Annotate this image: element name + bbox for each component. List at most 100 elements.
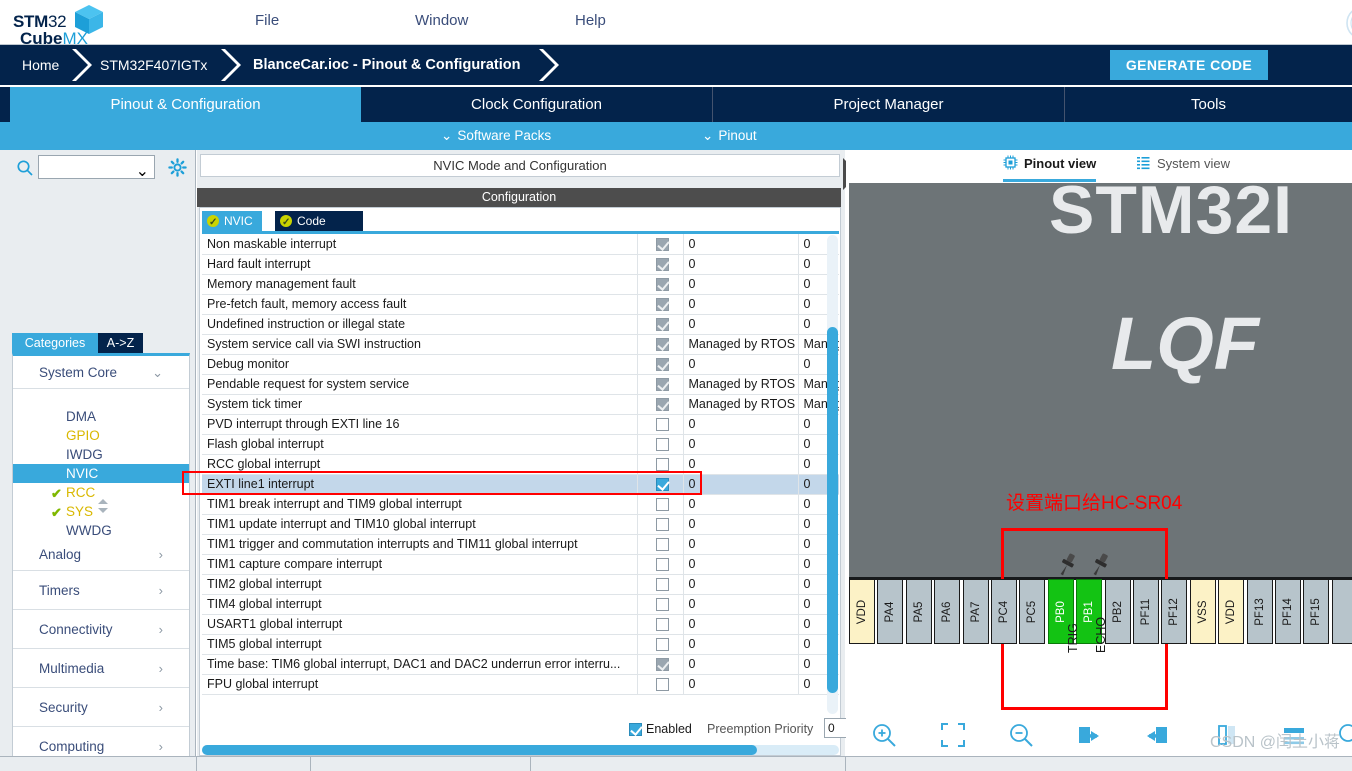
interrupt-enable-checkbox[interactable]: [656, 578, 669, 592]
enabled-cell[interactable]: [637, 594, 684, 615]
interrupt-enable-checkbox[interactable]: [656, 618, 669, 632]
enabled-cell[interactable]: [637, 294, 684, 315]
breadcrumb-item-home[interactable]: Home: [22, 45, 59, 85]
interrupt-enable-checkbox[interactable]: [656, 318, 669, 332]
preemption-priority-cell[interactable]: 0: [683, 314, 799, 335]
preemption-priority-cell[interactable]: Managed by RTOS: [683, 334, 799, 355]
table-row[interactable]: RCC global interrupt 0 0: [202, 454, 839, 475]
pin-idx17[interactable]: [1331, 579, 1352, 644]
interrupt-enable-checkbox[interactable]: [656, 258, 669, 272]
preemption-priority-cell[interactable]: 0: [683, 514, 799, 535]
pin-pb2[interactable]: PB2: [1104, 579, 1131, 644]
pin-pc4[interactable]: PC4: [991, 579, 1017, 644]
group-header-security[interactable]: Security ›: [13, 688, 189, 727]
pin-pa4[interactable]: PA4: [877, 579, 904, 644]
search-input[interactable]: ⌄: [38, 155, 155, 180]
table-row[interactable]: Time base: TIM6 global interrupt, DAC1 a…: [202, 654, 839, 675]
enabled-cell[interactable]: [637, 514, 684, 535]
enabled-cell[interactable]: [637, 614, 684, 635]
group-header-connectivity[interactable]: Connectivity ›: [13, 610, 189, 649]
anniversary-10-years-icon[interactable]: 10: [1344, 4, 1352, 42]
search-icon[interactable]: [16, 159, 34, 177]
preemption-priority-cell[interactable]: 0: [683, 674, 799, 695]
interrupt-enable-checkbox[interactable]: [656, 278, 669, 292]
preemption-priority-cell[interactable]: 0: [683, 274, 799, 295]
enabled-cell[interactable]: [637, 654, 684, 675]
preemption-priority-cell[interactable]: 0: [683, 534, 799, 555]
interrupt-enable-checkbox[interactable]: [656, 558, 669, 572]
nvic-table-horizontal-scrollbar[interactable]: [202, 745, 839, 755]
group-header-multimedia[interactable]: Multimedia ›: [13, 649, 189, 688]
subtab-pinout[interactable]: ⌄ Pinout: [702, 122, 757, 150]
rotate-right-icon[interactable]: [1074, 720, 1104, 750]
preemption-priority-cell[interactable]: 0: [683, 654, 799, 675]
enabled-cell[interactable]: [637, 314, 684, 335]
enabled-cell[interactable]: [637, 234, 684, 255]
interrupt-enable-checkbox[interactable]: [656, 638, 669, 652]
breadcrumb-item-current[interactable]: BlanceCar.ioc - Pinout & Configuration: [253, 45, 520, 85]
interrupt-enable-checkbox[interactable]: [656, 378, 669, 392]
preemption-priority-cell[interactable]: 0: [683, 474, 799, 495]
pin-pf13[interactable]: PF13: [1246, 579, 1273, 644]
table-row[interactable]: System service call via SWI instruction M…: [202, 334, 839, 355]
zoom-in-icon[interactable]: [869, 720, 899, 750]
menu-help[interactable]: Help: [575, 12, 606, 29]
table-row[interactable]: Memory management fault 0 0: [202, 274, 839, 295]
sidebar-item-iwdg[interactable]: IWDG: [13, 445, 189, 464]
menu-file[interactable]: File: [255, 12, 279, 29]
fit-to-screen-icon[interactable]: [938, 720, 968, 750]
interrupt-enable-checkbox[interactable]: [656, 398, 669, 412]
table-row[interactable]: TIM1 break interrupt and TIM9 global int…: [202, 494, 839, 515]
preemption-priority-cell[interactable]: Managed by RTOS: [683, 374, 799, 395]
interrupt-enable-checkbox[interactable]: [656, 338, 669, 352]
interrupt-enable-checkbox[interactable]: [656, 538, 669, 552]
pin-pf12[interactable]: PF12: [1161, 579, 1188, 644]
tab-clock-configuration[interactable]: Clock Configuration: [361, 87, 713, 122]
table-row[interactable]: TIM2 global interrupt 0 0: [202, 574, 839, 595]
interrupt-enable-checkbox[interactable]: [656, 438, 669, 452]
table-row[interactable]: PVD interrupt through EXTI line 16 0 0: [202, 414, 839, 435]
interrupt-enable-checkbox[interactable]: [656, 458, 669, 472]
sidebar-item-gpio[interactable]: GPIO: [13, 426, 189, 445]
preemption-priority-cell[interactable]: 0: [683, 354, 799, 375]
subtab-code-generation[interactable]: Code generation: [275, 211, 363, 248]
table-row[interactable]: TIM1 update interrupt and TIM10 global i…: [202, 514, 839, 535]
pin-vdd[interactable]: VDD: [1218, 579, 1245, 644]
pin-pf15[interactable]: PF15: [1303, 579, 1330, 644]
tab-project-manager[interactable]: Project Manager: [713, 87, 1065, 122]
group-header-system-core[interactable]: System Core ⌄: [13, 356, 189, 389]
zoom-out-icon[interactable]: [1006, 720, 1036, 750]
pin-pc5[interactable]: PC5: [1019, 579, 1046, 644]
interrupt-enable-checkbox[interactable]: [656, 678, 669, 692]
enabled-cell[interactable]: [637, 554, 684, 575]
table-row[interactable]: Pendable request for system service Manag…: [202, 374, 839, 395]
preemption-priority-cell[interactable]: 0: [683, 614, 799, 635]
preemption-priority-cell[interactable]: 0: [683, 234, 799, 255]
table-row[interactable]: Pre-fetch fault, memory access fault 0 0: [202, 294, 839, 315]
interrupt-enable-checkbox[interactable]: [656, 478, 669, 492]
tab-a-to-z[interactable]: A->Z: [98, 333, 143, 353]
table-row[interactable]: Flash global interrupt 0 0: [202, 434, 839, 455]
preemption-priority-cell[interactable]: 0: [683, 454, 799, 475]
sidebar-item-sys[interactable]: ✔ SYS: [13, 502, 189, 521]
interrupt-enable-checkbox[interactable]: [656, 298, 669, 312]
pin-pa5[interactable]: PA5: [905, 579, 932, 644]
preemption-priority-cell[interactable]: 0: [683, 254, 799, 275]
table-row[interactable]: EXTI line1 interrupt 0 0: [202, 474, 839, 495]
interrupt-enable-checkbox[interactable]: [656, 658, 669, 672]
pin-pa7[interactable]: PA7: [962, 579, 989, 644]
preemption-priority-cell[interactable]: 0: [683, 554, 799, 575]
table-row[interactable]: FPU global interrupt 0 0: [202, 674, 839, 695]
enabled-cell[interactable]: [637, 494, 684, 515]
rotate-left-icon[interactable]: [1142, 720, 1172, 750]
interrupt-enable-checkbox[interactable]: [656, 598, 669, 612]
enabled-cell[interactable]: [637, 434, 684, 455]
table-row[interactable]: TIM1 capture compare interrupt 0 0: [202, 554, 839, 575]
table-row[interactable]: Non maskable interrupt 0 0: [202, 234, 839, 255]
tab-pinout-view[interactable]: Pinout view: [1003, 155, 1097, 182]
enabled-cell[interactable]: [637, 274, 684, 295]
interrupt-enable-checkbox[interactable]: [656, 518, 669, 532]
preemption-priority-cell[interactable]: 0: [683, 294, 799, 315]
preemption-priority-cell[interactable]: 0: [683, 414, 799, 435]
enabled-cell[interactable]: [637, 454, 684, 475]
